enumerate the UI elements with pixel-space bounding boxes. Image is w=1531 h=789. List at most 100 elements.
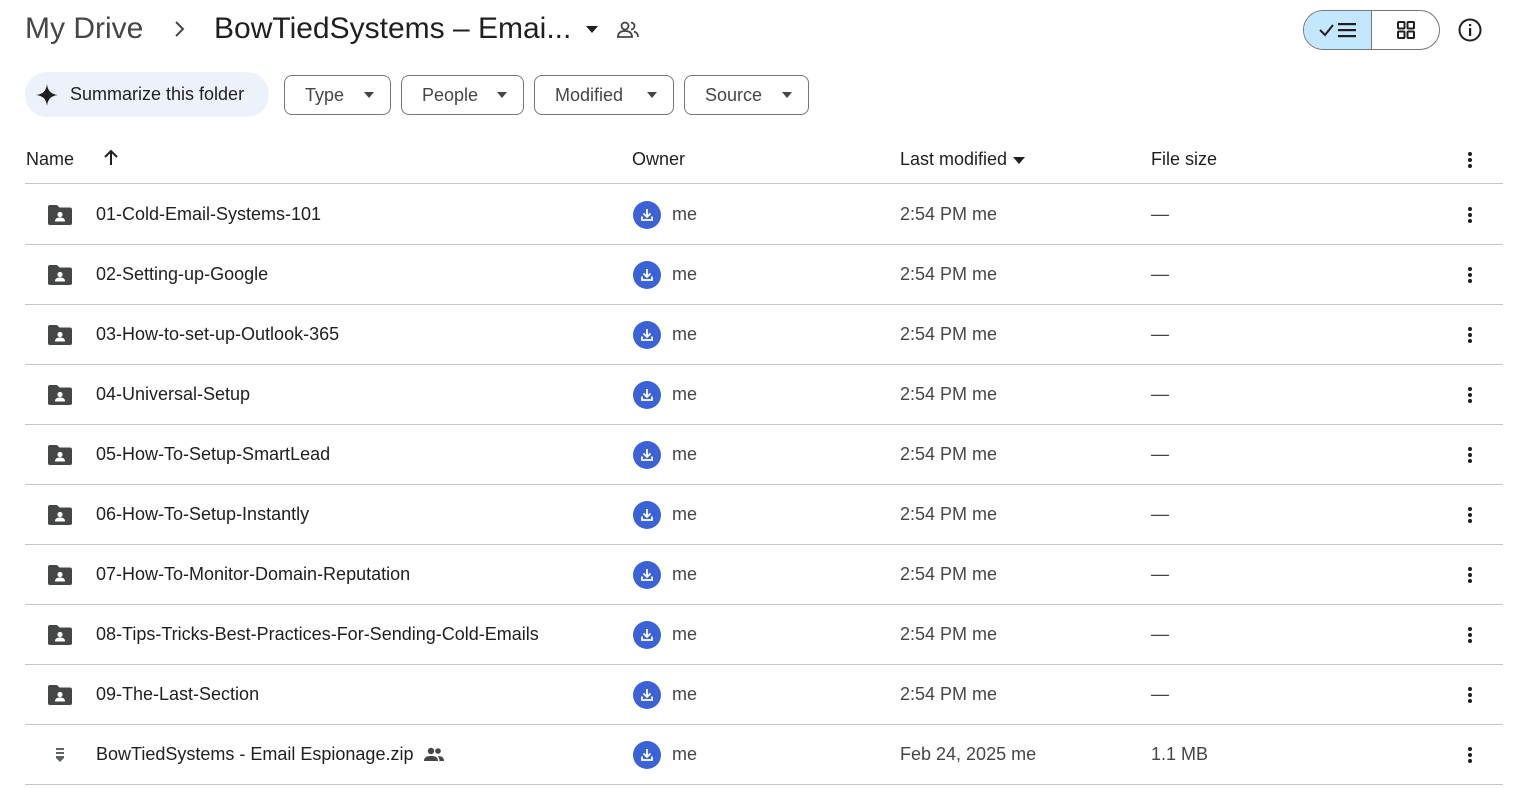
file-size: —: [1151, 384, 1169, 404]
shared-folder-icon: [48, 685, 72, 705]
grid-icon: [1396, 21, 1415, 39]
more-vert-icon[interactable]: [1467, 446, 1473, 464]
view-toggle: [1303, 10, 1440, 50]
table-row[interactable]: BowTiedSystems - Email Espionage.zip me …: [25, 725, 1503, 785]
shared-folder-icon: [48, 625, 72, 645]
table-row[interactable]: 09-The-Last-Section me 2:54 PM me —: [25, 665, 1503, 725]
table-row[interactable]: 08-Tips-Tricks-Best-Practices-For-Sendin…: [25, 605, 1503, 665]
caret-down-icon: [364, 92, 374, 98]
owner-avatar: [633, 561, 661, 589]
shared-folder-icon: [48, 445, 72, 465]
last-modified: 2:54 PM me: [900, 204, 998, 224]
download-avatar-icon: [641, 329, 653, 341]
file-name-text: 05-How-To-Setup-SmartLead: [96, 444, 331, 464]
file-size: —: [1151, 504, 1169, 524]
column-name-header[interactable]: Name: [26, 149, 74, 170]
column-owner-header[interactable]: Owner: [632, 149, 685, 170]
file-name-text: 04-Universal-Setup: [96, 384, 251, 404]
file-name-text: 01-Cold-Email-Systems-101: [96, 204, 322, 224]
filter-people-label: People: [422, 84, 479, 105]
owner-avatar: [633, 261, 661, 289]
summarize-folder-button[interactable]: Summarize this folder: [25, 72, 269, 117]
table-row[interactable]: 05-How-To-Setup-SmartLead me 2:54 PM me …: [25, 425, 1503, 485]
download-avatar-icon: [641, 509, 653, 521]
shared-folder-icon: [48, 565, 72, 585]
filter-source[interactable]: Source: [684, 75, 809, 115]
file-size: —: [1151, 264, 1169, 284]
owner-name: me: [672, 684, 698, 704]
file-name-text: 02-Setting-up-Google: [96, 264, 269, 284]
more-vert-icon[interactable]: [1467, 566, 1473, 584]
info-icon[interactable]: [1456, 16, 1484, 44]
table-row[interactable]: 04-Universal-Setup me 2:54 PM me —: [25, 365, 1503, 425]
last-modified: 2:54 PM me: [900, 684, 998, 704]
more-vert-icon[interactable]: [1467, 686, 1473, 704]
owner-name: me: [672, 444, 698, 464]
file-name: 04-Universal-Setup: [96, 384, 250, 405]
more-vert-icon[interactable]: [1467, 746, 1473, 764]
more-vert-icon[interactable]: [1467, 506, 1473, 524]
chevron-right-icon: [175, 21, 185, 37]
table-row[interactable]: 03-How-to-set-up-Outlook-365 me 2:54 PM …: [25, 305, 1503, 365]
owner-name: me: [672, 384, 698, 404]
list-view-button[interactable]: [1304, 11, 1372, 49]
table-row[interactable]: 01-Cold-Email-Systems-101 me 2:54 PM me …: [25, 185, 1503, 245]
filter-modified-label: Modified: [555, 84, 624, 105]
column-file-size-header[interactable]: File size: [1151, 149, 1217, 170]
owner-name: me: [672, 264, 698, 284]
file-size: —: [1151, 684, 1169, 704]
table-row[interactable]: 06-How-To-Setup-Instantly me 2:54 PM me …: [25, 485, 1503, 545]
column-last-modified-header[interactable]: Last modified: [900, 149, 1026, 170]
owner-name: me: [672, 204, 698, 224]
arrow-up-icon[interactable]: [102, 149, 120, 167]
zip-file-icon: [56, 748, 64, 762]
owner-avatar: [633, 621, 661, 649]
last-modified: 2:54 PM me: [900, 444, 998, 464]
download-avatar-icon: [641, 689, 653, 701]
people-icon: [424, 747, 445, 761]
sparkle-icon: [36, 83, 58, 106]
owner-name: me: [672, 504, 698, 524]
file-size: —: [1151, 204, 1169, 224]
more-vert-icon[interactable]: [1467, 151, 1473, 169]
owner-avatar: [633, 441, 661, 469]
more-vert-icon[interactable]: [1467, 386, 1473, 404]
filter-people[interactable]: People: [401, 75, 524, 115]
file-name: 07-How-To-Monitor-Domain-Reputation: [96, 564, 410, 585]
last-modified: 2:54 PM me: [900, 324, 998, 344]
caret-down-icon: [586, 26, 599, 33]
owner-avatar: [633, 681, 661, 709]
last-modified: 2:54 PM me: [900, 624, 998, 644]
file-size: —: [1151, 564, 1169, 584]
more-vert-icon[interactable]: [1467, 266, 1473, 284]
breadcrumb-current-folder[interactable]: BowTiedSystems – Emai...: [214, 10, 599, 48]
owner-avatar: [633, 321, 661, 349]
caret-down-icon: [782, 92, 792, 98]
file-size: —: [1151, 324, 1169, 344]
shared-folder-icon: [48, 205, 72, 225]
breadcrumb-my-drive[interactable]: My Drive: [25, 10, 143, 48]
download-avatar-icon: [641, 209, 653, 221]
filter-modified[interactable]: Modified: [534, 75, 674, 115]
checkmark-list-icon: [1318, 23, 1356, 38]
grid-view-button[interactable]: [1372, 11, 1439, 49]
filter-type[interactable]: Type: [284, 75, 391, 115]
more-vert-icon[interactable]: [1467, 206, 1473, 224]
file-name-text: 08-Tips-Tricks-Best-Practices-For-Sendin…: [96, 624, 539, 644]
download-avatar-icon: [641, 629, 653, 641]
people-icon[interactable]: [616, 19, 640, 41]
owner-name: me: [672, 564, 698, 584]
page-header: My Drive BowTiedSystems – Emai...: [0, 0, 1531, 62]
more-vert-icon[interactable]: [1467, 326, 1473, 344]
column-last-modified-label: Last modified: [900, 149, 1008, 169]
more-vert-icon[interactable]: [1467, 626, 1473, 644]
last-modified: 2:54 PM me: [900, 264, 998, 284]
file-name: 06-How-To-Setup-Instantly: [96, 504, 309, 525]
shared-folder-icon: [48, 265, 72, 285]
table-row[interactable]: 02-Setting-up-Google me 2:54 PM me —: [25, 245, 1503, 305]
download-avatar-icon: [641, 449, 653, 461]
last-modified: 2:54 PM me: [900, 564, 998, 584]
download-avatar-icon: [641, 749, 653, 761]
table-row[interactable]: 07-How-To-Monitor-Domain-Reputation me 2…: [25, 545, 1503, 605]
file-name-text: 03-How-to-set-up-Outlook-365: [96, 324, 340, 344]
